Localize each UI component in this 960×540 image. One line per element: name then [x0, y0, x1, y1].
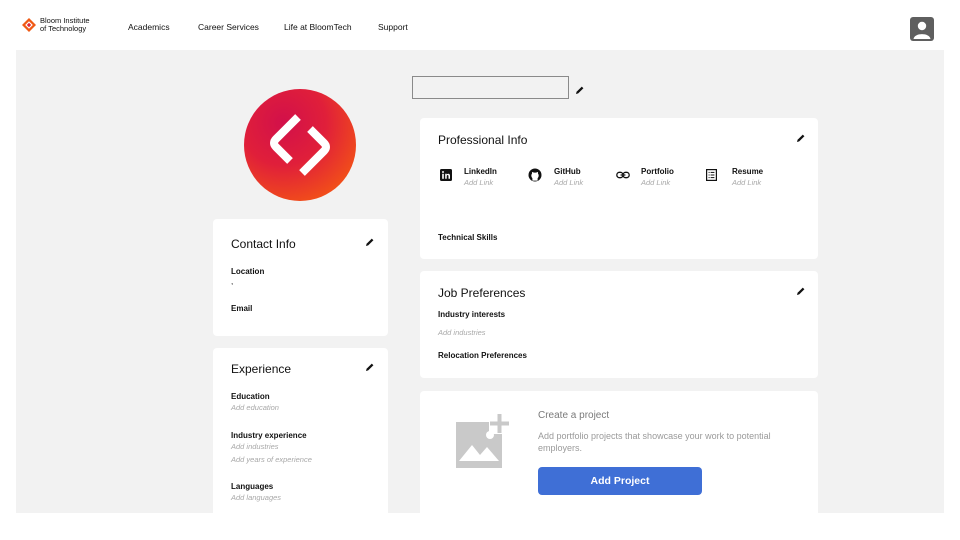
languages-label: Languages: [231, 482, 274, 491]
top-nav: Bloom Institute of Technology Academics …: [0, 0, 960, 50]
experience-title: Experience: [231, 362, 292, 376]
nav-link-career-services[interactable]: Career Services: [198, 22, 259, 32]
education-label: Education: [231, 392, 270, 401]
linkedin-hint[interactable]: Add Link: [464, 178, 493, 187]
job-preferences-card: Job Preferences Industry interests Add i…: [420, 271, 818, 378]
relocation-preferences-label: Relocation Preferences: [438, 351, 527, 360]
nav-link-life-at-bloomtech[interactable]: Life at BloomTech: [284, 22, 352, 32]
portfolio-hint[interactable]: Add Link: [641, 178, 670, 187]
edit-job-preferences-pencil-icon[interactable]: [796, 286, 806, 296]
industry-interests-hint[interactable]: Add industries: [438, 328, 486, 337]
portfolio-label: Portfolio: [641, 167, 674, 176]
industry-experience-label: Industry experience: [231, 431, 307, 440]
linkedin-label: LinkedIn: [464, 167, 497, 176]
edit-experience-pencil-icon[interactable]: [365, 362, 375, 372]
industry-experience-hint[interactable]: Add industries: [231, 442, 279, 451]
edit-name-pencil-icon[interactable]: [575, 85, 585, 95]
resume-label: Resume: [732, 167, 764, 176]
github-hint[interactable]: Add Link: [554, 178, 583, 187]
add-image-icon: [456, 413, 510, 468]
professional-info-title: Professional Info: [438, 133, 528, 147]
profile-page: Contact Info Location , Email Experience…: [16, 50, 944, 513]
years-experience-hint[interactable]: Add years of experience: [231, 455, 312, 464]
contact-info-title: Contact Info: [231, 237, 296, 251]
industry-interests-label: Industry interests: [438, 310, 506, 319]
github-icon: [528, 168, 542, 182]
add-project-button[interactable]: Add Project: [538, 467, 702, 495]
edit-contact-pencil-icon[interactable]: [365, 237, 375, 247]
technical-skills-label: Technical Skills: [438, 233, 498, 242]
nav-link-academics[interactable]: Academics: [128, 22, 170, 32]
name-input[interactable]: [412, 76, 569, 99]
logo-text: Bloom Institute of Technology: [40, 17, 90, 32]
user-avatar-icon: [913, 21, 931, 39]
link-icon: [616, 171, 630, 179]
bloomtech-logo[interactable]: Bloom Institute of Technology: [22, 17, 90, 32]
location-value: ,: [231, 277, 234, 286]
create-project-title: Create a project: [538, 410, 610, 421]
profile-avatar: [244, 89, 356, 201]
contact-info-card: Contact Info Location , Email: [213, 219, 388, 336]
linkedin-icon: [440, 169, 452, 181]
experience-card: Experience Education Add education Indus…: [213, 348, 388, 513]
location-label: Location: [231, 267, 265, 276]
job-preferences-title: Job Preferences: [438, 286, 526, 300]
document-icon: [706, 169, 717, 181]
logo-line-2: of Technology: [40, 23, 87, 33]
create-project-card: Create a project Add portfolio projects …: [420, 391, 818, 513]
email-label: Email: [231, 304, 253, 313]
edit-professional-pencil-icon[interactable]: [796, 133, 806, 143]
user-avatar-button[interactable]: [910, 17, 934, 41]
github-label: GitHub: [554, 167, 581, 176]
education-hint[interactable]: Add education: [231, 403, 279, 412]
create-project-description: Add portfolio projects that showcase you…: [538, 431, 771, 453]
professional-info-card: Professional Info LinkedIn Add Link GitH…: [420, 118, 818, 259]
resume-hint[interactable]: Add Link: [732, 178, 761, 187]
languages-hint[interactable]: Add languages: [231, 493, 281, 502]
nav-link-support[interactable]: Support: [378, 22, 408, 32]
bloomtech-logo-icon: [22, 17, 36, 32]
bloomtech-avatar-logo-icon: [270, 114, 330, 176]
